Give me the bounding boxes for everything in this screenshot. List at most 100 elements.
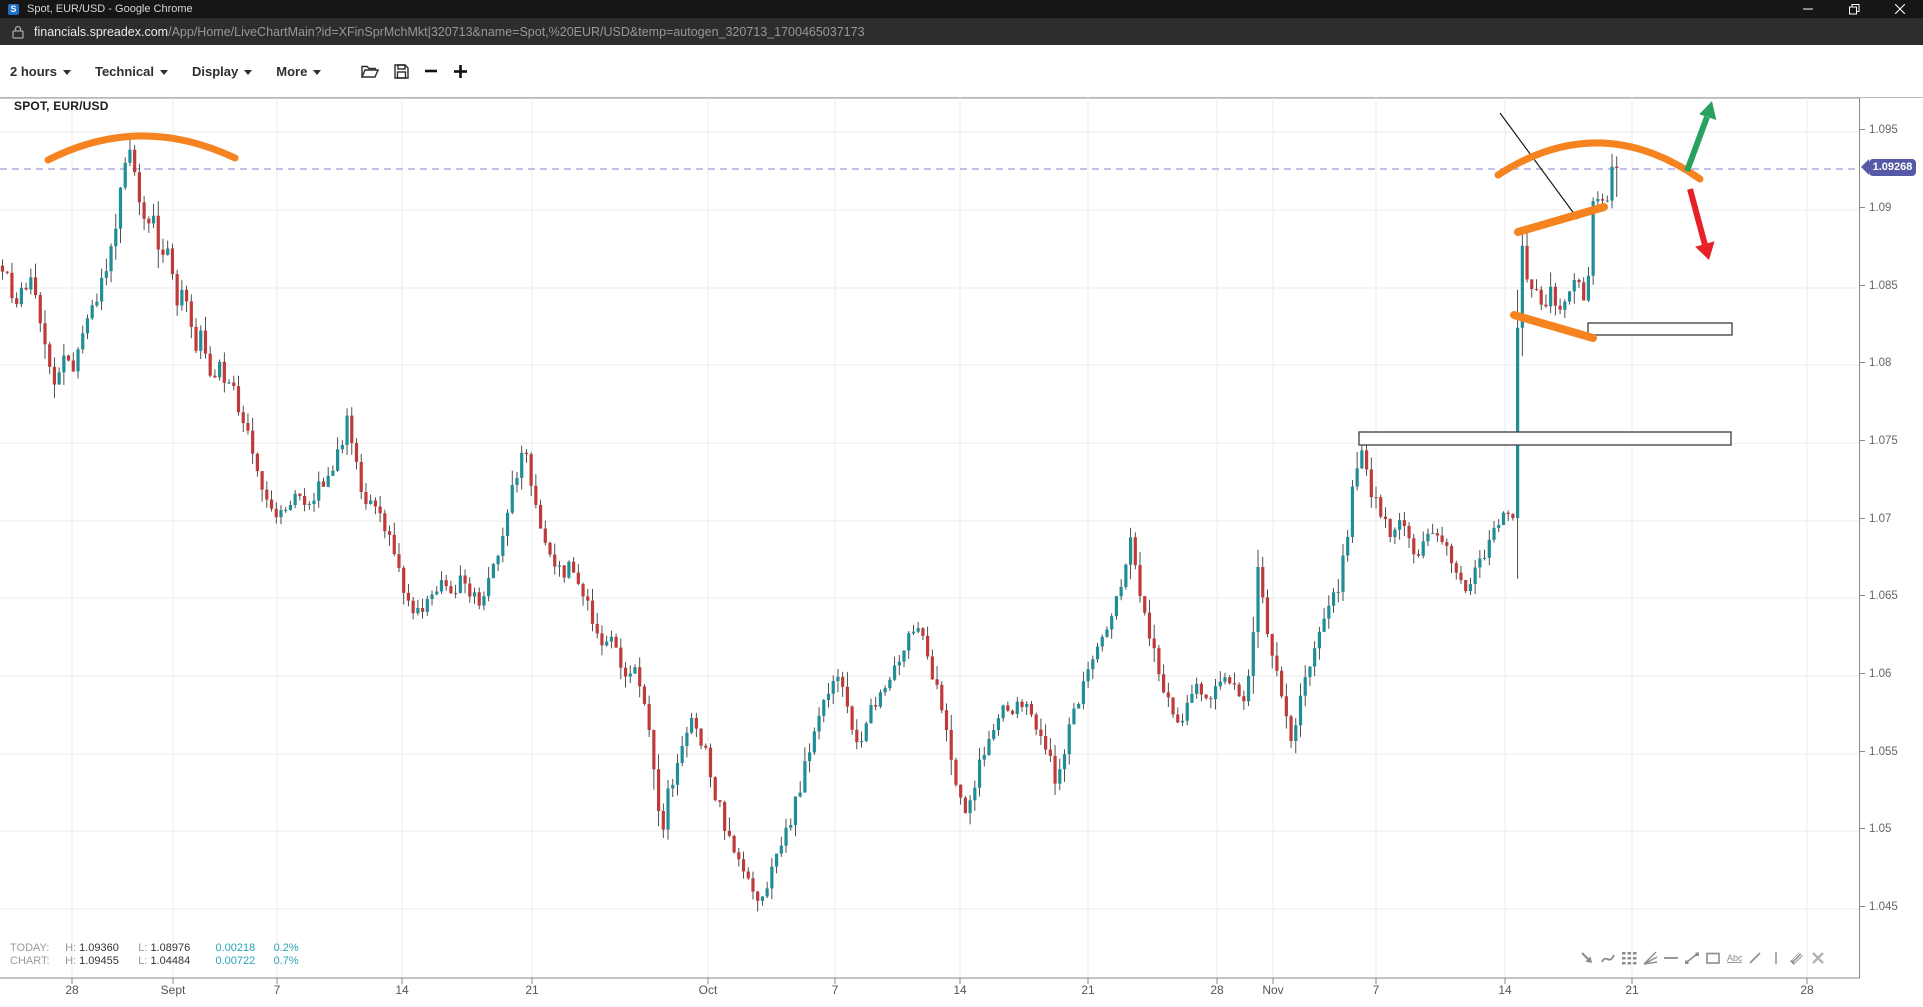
candle-up bbox=[166, 248, 169, 254]
candle-down bbox=[530, 454, 533, 486]
candle-up bbox=[784, 828, 787, 846]
rectangle-tool-icon[interactable] bbox=[1702, 948, 1723, 968]
candle-up bbox=[799, 793, 802, 797]
text-abc-tool-icon[interactable]: Abc bbox=[1723, 948, 1744, 968]
candle-down bbox=[544, 529, 547, 543]
display-dropdown[interactable]: Display bbox=[192, 64, 252, 79]
candle-down bbox=[638, 667, 641, 686]
candle-up bbox=[671, 785, 674, 789]
annotation-orange-line-upper[interactable] bbox=[1518, 207, 1604, 232]
restore-button[interactable] bbox=[1831, 0, 1877, 18]
horizontal-line-tool-icon[interactable] bbox=[1660, 948, 1681, 968]
candle-down bbox=[733, 836, 736, 852]
candle-down bbox=[525, 453, 528, 454]
candle-down bbox=[176, 274, 179, 305]
x-axis-label: 28 bbox=[1210, 983, 1223, 997]
candle-down bbox=[322, 481, 325, 486]
candle-up bbox=[1223, 677, 1226, 681]
candle-down bbox=[1148, 613, 1151, 639]
candle-down bbox=[1030, 704, 1033, 715]
candle-up bbox=[497, 556, 500, 564]
candle-up bbox=[1573, 280, 1576, 292]
annotation-up-arrow[interactable] bbox=[1687, 117, 1707, 171]
address-bar[interactable]: financials.spreadex.com/App/Home/LiveCha… bbox=[0, 18, 1923, 45]
candle-up bbox=[794, 796, 797, 825]
candle-down bbox=[478, 592, 481, 605]
candle-up bbox=[20, 288, 23, 304]
y-axis-label: 1.06 bbox=[1860, 668, 1891, 680]
candle-down bbox=[1006, 705, 1009, 710]
save-icon[interactable] bbox=[394, 64, 409, 79]
candle-down bbox=[841, 677, 844, 687]
curve-tool-icon[interactable] bbox=[1597, 948, 1618, 968]
technical-dropdown[interactable]: Technical bbox=[95, 64, 168, 79]
zoom-in-icon[interactable] bbox=[453, 64, 468, 79]
candle-up bbox=[1308, 666, 1311, 677]
candle-up bbox=[817, 716, 820, 732]
candle-down bbox=[67, 356, 70, 361]
trend-line-tool-icon[interactable] bbox=[1681, 948, 1702, 968]
candle-up bbox=[1299, 696, 1302, 726]
candle-up bbox=[969, 800, 972, 813]
candle-up bbox=[1072, 709, 1075, 725]
pointer-arrow-tool-icon[interactable] bbox=[1576, 948, 1597, 968]
x-axis-label: 14 bbox=[1498, 983, 1511, 997]
candle-down bbox=[133, 150, 136, 173]
candle-down bbox=[209, 354, 212, 376]
minimize-button[interactable] bbox=[1785, 0, 1831, 18]
url-path: /App/Home/LiveChartMain?id=XFinSprMchMkt… bbox=[168, 25, 864, 39]
annotation-rectangle-long[interactable] bbox=[1359, 432, 1731, 445]
candle-down bbox=[1441, 535, 1444, 542]
fan-lines-tool-icon[interactable] bbox=[1639, 948, 1660, 968]
diagonal-line-tool-icon[interactable] bbox=[1744, 948, 1765, 968]
candle-down bbox=[1455, 563, 1458, 572]
open-folder-icon[interactable] bbox=[361, 64, 379, 79]
annotation-orange-line-lower[interactable] bbox=[1514, 315, 1593, 338]
close-button[interactable] bbox=[1877, 0, 1923, 18]
candle-up bbox=[879, 692, 882, 706]
candle-up bbox=[76, 349, 79, 371]
candle-up bbox=[1318, 632, 1321, 648]
candle-down bbox=[1384, 517, 1387, 519]
candle-up bbox=[492, 564, 495, 578]
candle-down bbox=[407, 593, 410, 601]
candle-up bbox=[983, 755, 986, 760]
candle-up bbox=[808, 752, 811, 761]
annotation-down-arrow[interactable] bbox=[1690, 189, 1705, 245]
more-dropdown[interactable]: More bbox=[276, 64, 321, 79]
candle-up bbox=[312, 501, 315, 504]
candle-down bbox=[421, 608, 424, 612]
candle-down bbox=[591, 601, 594, 624]
candle-up bbox=[633, 667, 636, 673]
candle-down bbox=[6, 272, 9, 273]
candle-down bbox=[846, 687, 849, 707]
marker-tool-icon[interactable] bbox=[1786, 948, 1807, 968]
chart-canvas[interactable]: SPOT, EUR/USD 28Sept71421Oct7142128Nov71… bbox=[0, 98, 1860, 1007]
candle-up bbox=[836, 677, 839, 681]
candle-up bbox=[1606, 201, 1609, 202]
zoom-out-icon[interactable] bbox=[424, 64, 438, 78]
annotation-arc-right[interactable] bbox=[1498, 143, 1700, 179]
annotation-arc-left[interactable] bbox=[48, 136, 235, 160]
annotation-rectangle-short[interactable] bbox=[1588, 323, 1732, 335]
candlestick-chart[interactable] bbox=[0, 98, 1860, 992]
candle-down bbox=[1379, 497, 1382, 516]
url-text: financials.spreadex.com/App/Home/LiveCha… bbox=[34, 25, 865, 39]
x-axis-label: Oct bbox=[699, 983, 718, 997]
y-axis-label: 1.055 bbox=[1860, 746, 1898, 758]
close-tool-icon[interactable] bbox=[1807, 948, 1828, 968]
candle-down bbox=[261, 471, 264, 490]
x-axis-label: 28 bbox=[1800, 983, 1813, 997]
candle-up bbox=[515, 478, 518, 485]
grid-tool-icon[interactable] bbox=[1618, 948, 1639, 968]
timeframe-dropdown[interactable]: 2 hours bbox=[10, 64, 71, 79]
candle-down bbox=[161, 250, 164, 255]
candle-down bbox=[454, 593, 457, 594]
candle-down bbox=[931, 656, 934, 679]
candle-down bbox=[463, 576, 466, 584]
candle-up bbox=[907, 633, 910, 650]
candle-down bbox=[412, 601, 415, 613]
candle-up bbox=[681, 746, 684, 763]
candle-down bbox=[600, 633, 603, 645]
candle-down bbox=[954, 760, 957, 785]
